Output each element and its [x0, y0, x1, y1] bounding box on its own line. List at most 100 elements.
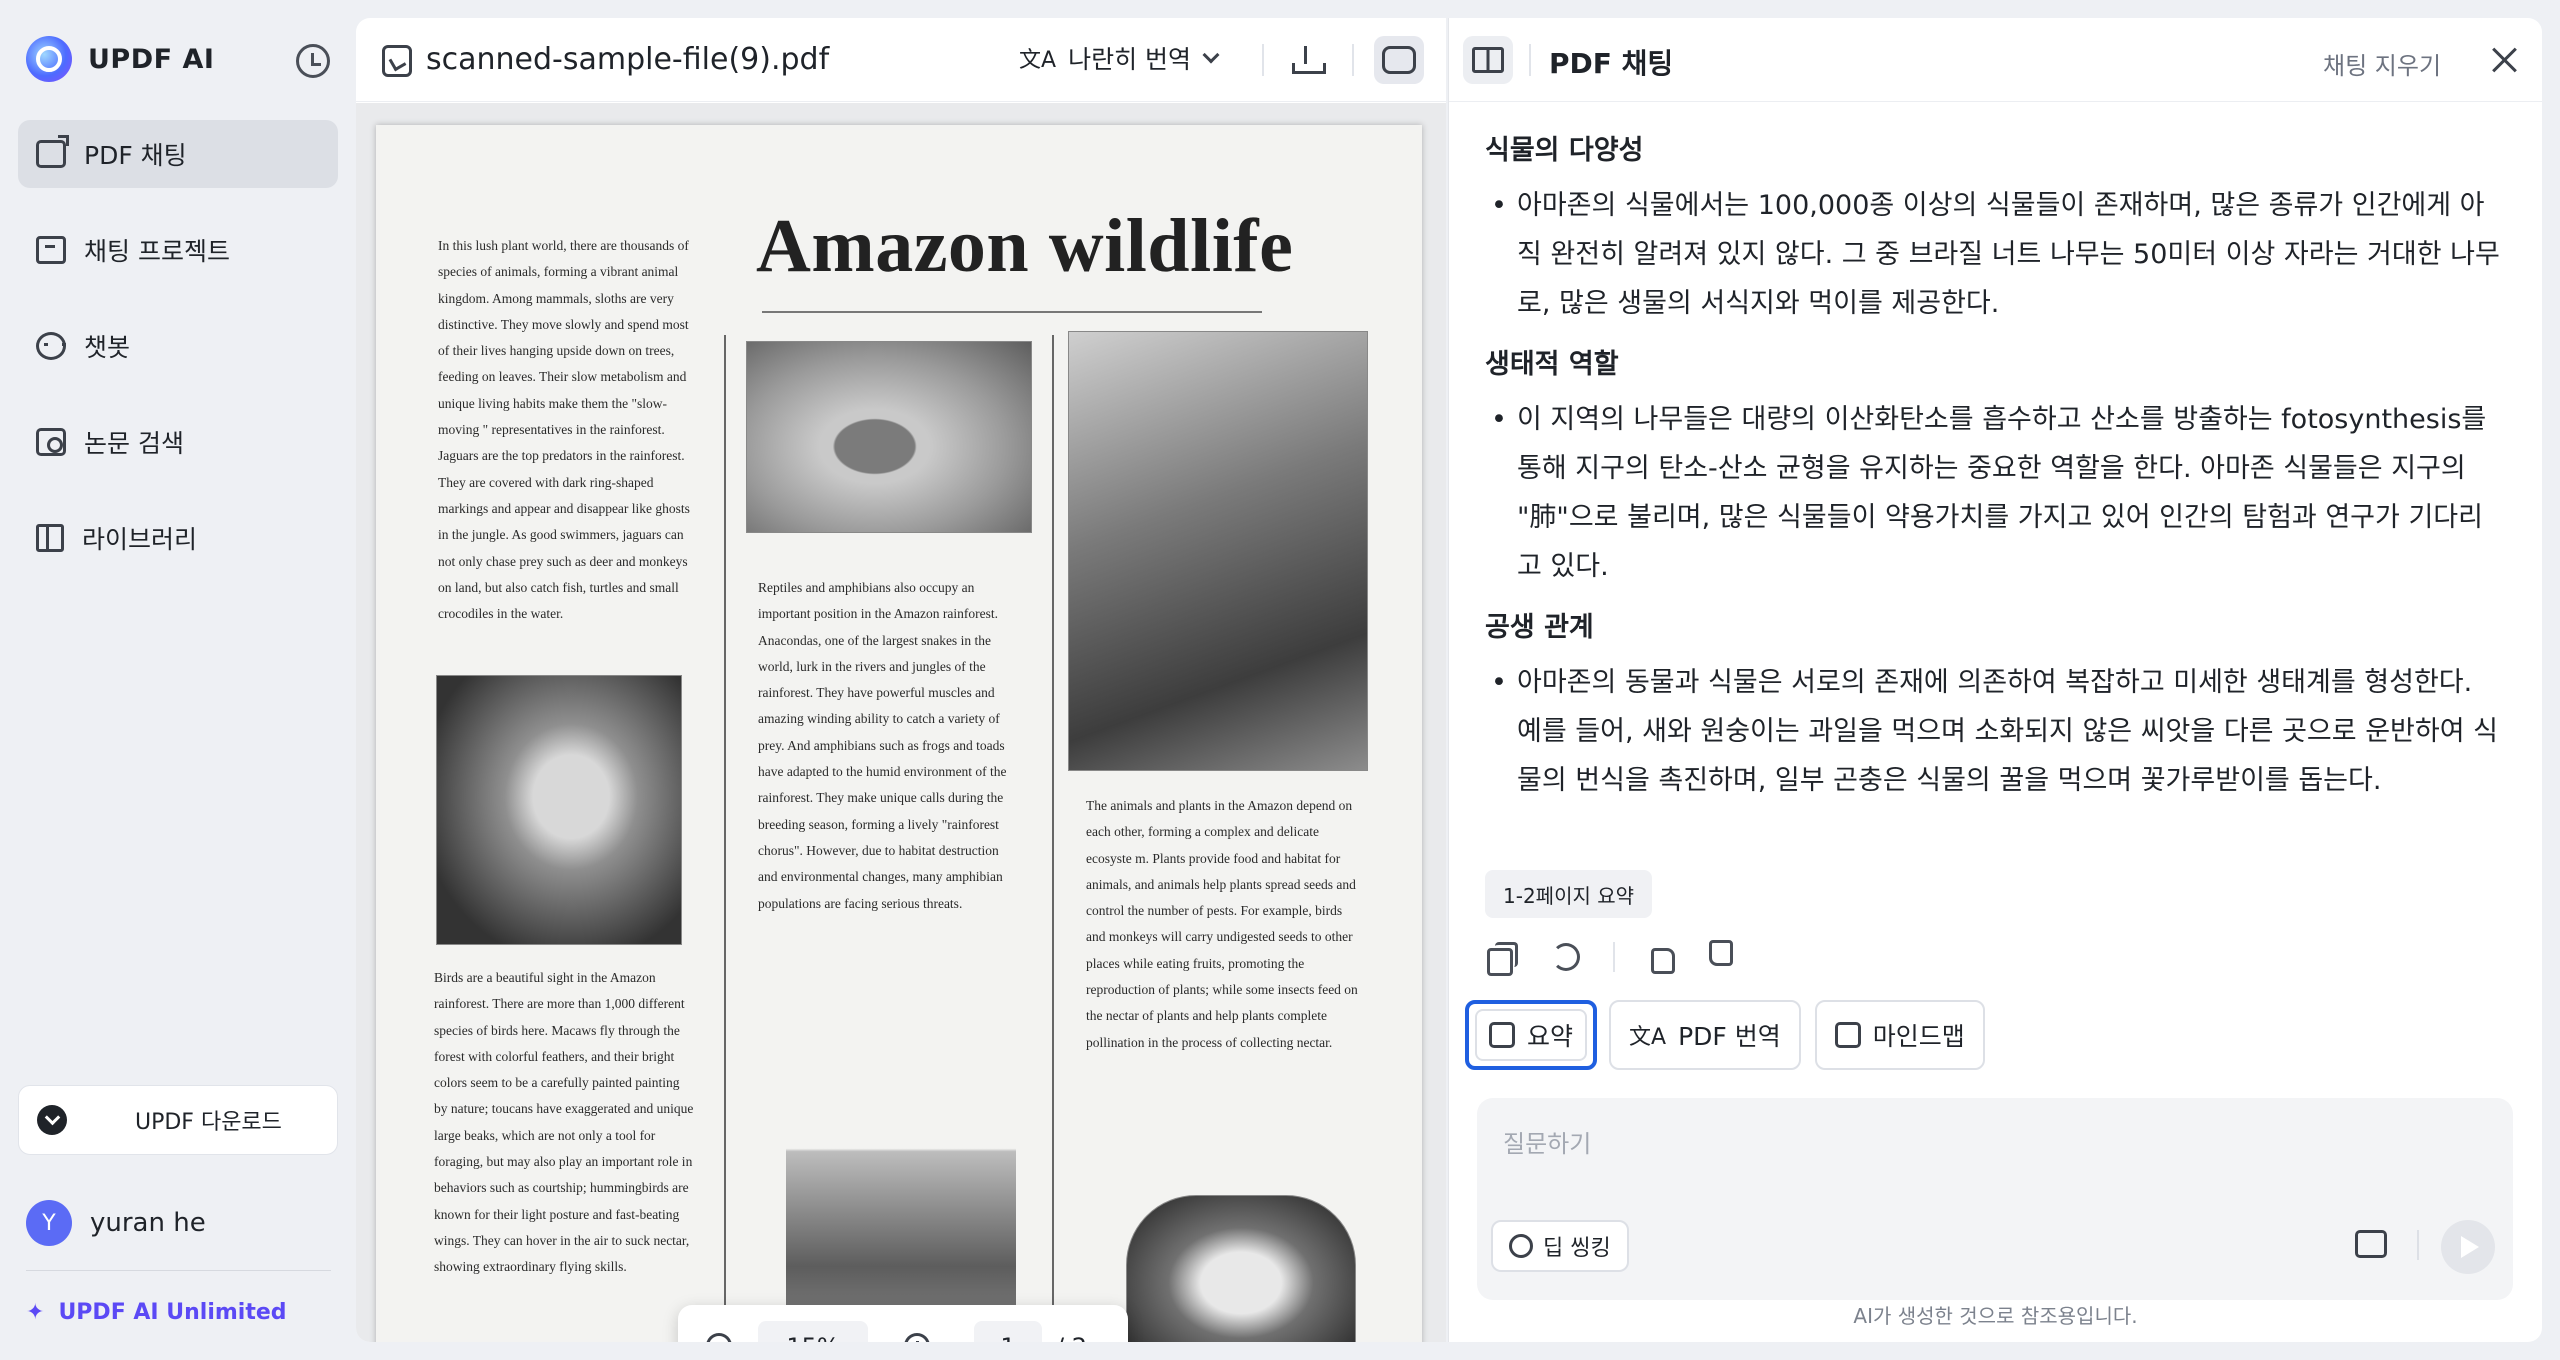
translate-icon: 文A	[1629, 1025, 1667, 1050]
page-summary-chip[interactable]: 1-2페이지 요약	[1485, 870, 1653, 918]
sidebar-item-pdf-chat[interactable]: PDF 채팅	[18, 120, 338, 188]
app-name: UPDF AI	[88, 43, 215, 75]
giraffe-photo	[786, 1060, 1016, 1342]
plan-link[interactable]: ✦ UPDF AI Unlimited	[26, 1300, 287, 1325]
copy-icon[interactable]	[1485, 940, 1519, 976]
chat-title: PDF 채팅	[1549, 47, 1674, 80]
download-label: UPDF 다운로드	[135, 1110, 282, 1135]
thumbs-down-icon[interactable]	[1707, 940, 1741, 974]
deep-thinking-label: 딥 씽킹	[1543, 1236, 1611, 1261]
section-bullet: 아마존의 식물에서는 100,000종 이상의 식물들이 존재하며, 많은 종류…	[1485, 181, 2505, 328]
section-heading: 식물의 다양성	[1485, 135, 1644, 166]
chat-input-box[interactable]: 질문하기 딥 씽킹	[1477, 1098, 2513, 1300]
zoom-level-select[interactable]: 15%	[758, 1321, 868, 1342]
page-text-col3: The animals and plants in the Amazon dep…	[1086, 798, 1358, 1050]
sidebar-nav: PDF 채팅 채팅 프로젝트 챗봇 논문 검색 라이브러리	[18, 120, 338, 600]
toolbar-divider	[1352, 44, 1354, 76]
flamingo-photo	[436, 675, 682, 945]
download-icon	[37, 1105, 67, 1135]
page-number-input[interactable]: 1	[974, 1321, 1042, 1342]
page-total: / 2	[1056, 1333, 1087, 1342]
app-logo[interactable]: UPDF AI	[26, 36, 214, 82]
translate-mode-label: 나란히 번역	[1068, 45, 1192, 74]
sidebar: UPDF AI PDF 채팅 채팅 프로젝트 챗봇 논문 검색 라이브러리 UP…	[0, 0, 355, 1360]
sidebar-item-label: 채팅 프로젝트	[84, 237, 230, 266]
page-text-col1-bottom: Birds are a beautiful sight in the Amazo…	[434, 970, 694, 1275]
sidebar-item-chatbot[interactable]: 챗봇	[18, 312, 338, 380]
sidebar-item-label: PDF 채팅	[84, 141, 187, 170]
ai-chat-toggle-button[interactable]	[1374, 36, 1424, 84]
column-rule	[724, 335, 726, 1342]
frog-photo	[1068, 331, 1368, 771]
download-file-icon[interactable]	[1292, 46, 1326, 74]
pdf-page: In this lush plant world, there are thou…	[376, 125, 1422, 1342]
page-area[interactable]: In this lush plant world, there are thou…	[356, 103, 1446, 1342]
project-icon	[36, 236, 66, 264]
chat-pdf-icon	[36, 135, 69, 168]
barn-owl-photo	[1126, 1195, 1356, 1342]
summary-button-inner: 요약	[1475, 1009, 1588, 1061]
sidebar-item-label: 챗봇	[84, 333, 131, 362]
pdf-translate-label: PDF 번역	[1678, 1022, 1781, 1051]
section-heading: 생태적 역할	[1485, 349, 1619, 380]
deep-thinking-toggle[interactable]: 딥 씽킹	[1491, 1220, 1629, 1272]
pdf-viewer: scanned-sample-file(9).pdf 文A 나란히 번역 In …	[356, 18, 1446, 1342]
image-upload-icon[interactable]	[2355, 1230, 2387, 1258]
zoom-in-icon[interactable]	[904, 1333, 930, 1342]
chat-input[interactable]: 질문하기	[1503, 1124, 1591, 1159]
plan-label: UPDF AI Unlimited	[58, 1300, 287, 1325]
atom-icon	[1509, 1234, 1533, 1258]
owl-photo	[746, 341, 1032, 533]
sidebar-item-library[interactable]: 라이브러리	[18, 504, 338, 572]
pdf-file-icon	[382, 45, 412, 77]
bot-icon	[36, 332, 66, 360]
history-icon[interactable]	[296, 44, 330, 78]
sparkle-icon: ✦	[26, 1300, 45, 1325]
chat-header: PDF 채팅 채팅 지우기	[1449, 18, 2542, 102]
sidebar-item-label: 라이브러리	[82, 525, 198, 554]
thumbs-up-icon[interactable]	[1643, 940, 1677, 974]
summary-icon	[1489, 1022, 1515, 1048]
translate-mode-dropdown[interactable]: 文A 나란히 번역	[1019, 40, 1220, 76]
ai-disclaimer: AI가 생성한 것으로 참조용입니다.	[1853, 1304, 2138, 1328]
zoom-bar: 15% 1 / 2	[678, 1305, 1128, 1342]
send-button[interactable]	[2441, 1220, 2495, 1274]
user-profile[interactable]: Y yuran he	[26, 1200, 206, 1246]
divider	[26, 1270, 331, 1271]
book-icon[interactable]	[1463, 36, 1513, 84]
column-rule	[1052, 335, 1054, 1342]
user-name: yuran he	[90, 1208, 206, 1238]
summary-button[interactable]: 요약	[1465, 1000, 1598, 1070]
sidebar-item-label: 논문 검색	[84, 429, 184, 458]
section-bullet: 이 지역의 나무들은 대량의 이산화탄소를 흡수하고 산소를 방출하는 foto…	[1485, 395, 2505, 591]
quick-actions: 요약 文A PDF 번역 마인드맵	[1465, 1000, 1999, 1070]
translate-icon: 文A	[1019, 48, 1057, 73]
library-icon	[36, 524, 64, 552]
section-heading: 공생 관계	[1485, 612, 1594, 643]
mindmap-button[interactable]: 마인드맵	[1814, 1000, 1985, 1070]
file-name: scanned-sample-file(9).pdf	[426, 42, 830, 77]
regenerate-icon[interactable]	[1549, 940, 1583, 974]
clear-chat-button[interactable]: 채팅 지우기	[2323, 46, 2441, 81]
chevron-down-icon	[1202, 46, 1220, 64]
close-icon[interactable]	[2491, 46, 2519, 74]
page-text-col1-top: In this lush plant world, there are thou…	[438, 238, 690, 622]
mindmap-label: 마인드맵	[1872, 1022, 1965, 1051]
sidebar-item-chat-project[interactable]: 채팅 프로젝트	[18, 216, 338, 284]
actions-divider	[1613, 942, 1615, 972]
response-actions	[1485, 940, 1771, 976]
updf-logo-icon	[26, 36, 72, 82]
mindmap-icon	[1834, 1022, 1861, 1048]
sidebar-item-paper-search[interactable]: 논문 검색	[18, 408, 338, 476]
document-title: Amazon wildlife	[756, 204, 1294, 288]
paper-search-icon	[36, 428, 66, 456]
summary-label: 요약	[1527, 1022, 1574, 1051]
section-bullet: 아마존의 동물과 식물은 서로의 존재에 의존하여 복잡하고 미세한 생태계를 …	[1485, 658, 2505, 805]
pdf-translate-button[interactable]: 文A PDF 번역	[1609, 1000, 1801, 1070]
page-text-col2: Reptiles and amphibians also occupy an i…	[758, 580, 1007, 911]
toolbar-divider	[1262, 44, 1264, 76]
chat-panel: PDF 채팅 채팅 지우기 식물의 다양성 아마존의 식물에서는 100,000…	[1448, 18, 2542, 1342]
header-divider	[1529, 44, 1531, 76]
zoom-out-icon[interactable]	[706, 1333, 732, 1342]
download-updf-button[interactable]: UPDF 다운로드	[18, 1085, 338, 1155]
